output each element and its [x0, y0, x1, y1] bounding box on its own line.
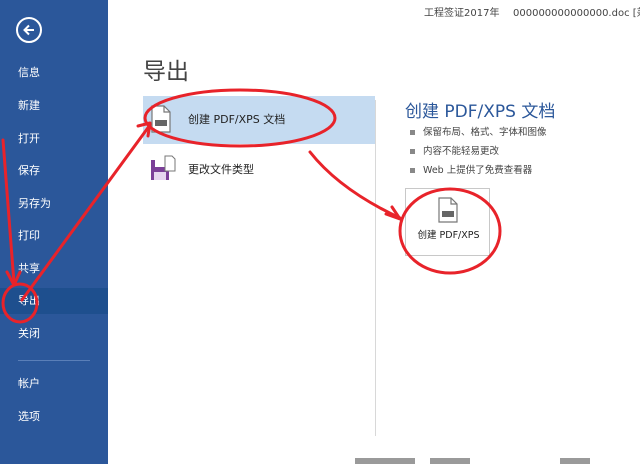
document-title: 工程签证2017年 [424, 8, 500, 19]
nav-export[interactable]: 导出 [0, 288, 108, 314]
nav-separator [18, 360, 90, 361]
feature-bullet: 内容不能轻易更改 [410, 143, 499, 157]
create-pdf-xps-button[interactable]: 创建 PDF/XPS [405, 188, 490, 256]
back-arrow-icon [23, 24, 34, 36]
option-create-pdf-xps[interactable]: 创建 PDF/XPS 文档 [143, 96, 375, 144]
nav-save-as[interactable]: 另存为 [0, 191, 108, 217]
option-label: 创建 PDF/XPS 文档 [188, 113, 286, 126]
panel-divider [375, 100, 376, 436]
nav-print[interactable]: 打印 [0, 223, 108, 249]
bullet-text: 保留布局、格式、字体和图像 [423, 127, 547, 138]
feature-bullet: 保留布局、格式、字体和图像 [410, 124, 547, 138]
detail-title: 创建 PDF/XPS 文档 [405, 102, 556, 122]
cropped-ui-fragment [430, 458, 470, 464]
bullet-marker [410, 149, 415, 154]
cropped-ui-fragment [355, 458, 415, 464]
back-button[interactable] [16, 17, 42, 43]
nav-save[interactable]: 保存 [0, 158, 108, 184]
option-change-file-type[interactable]: 更改文件类型 [143, 146, 375, 194]
backstage-sidebar: 信息 新建 打开 保存 另存为 打印 共享 导出 关闭 帐户 选项 [0, 0, 108, 464]
bullet-marker [410, 130, 415, 135]
nav-options[interactable]: 选项 [0, 404, 108, 430]
nav-share[interactable]: 共享 [0, 256, 108, 282]
bullet-text: 内容不能轻易更改 [423, 146, 500, 157]
bullet-marker [410, 168, 415, 173]
nav-close[interactable]: 关闭 [0, 321, 108, 347]
create-pdf-xps-button-label: 创建 PDF/XPS [417, 230, 480, 241]
annotation-arrow-right-head [384, 205, 402, 221]
bullet-text: Web 上提供了免费查看器 [423, 165, 533, 176]
pdf-document-icon [151, 105, 171, 133]
page-title: 导出 [143, 59, 189, 85]
nav-info[interactable]: 信息 [0, 60, 108, 86]
option-label: 更改文件类型 [188, 163, 254, 176]
change-file-type-icon [151, 155, 176, 180]
cropped-ui-fragment [560, 458, 590, 464]
nav-new[interactable]: 新建 [0, 93, 108, 119]
document-filename: 000000000000000.doc [兼 [513, 8, 640, 19]
nav-open[interactable]: 打开 [0, 126, 108, 152]
feature-bullet: Web 上提供了免费查看器 [410, 162, 532, 176]
pdf-xps-icon [438, 197, 458, 223]
nav-account[interactable]: 帐户 [0, 371, 108, 397]
